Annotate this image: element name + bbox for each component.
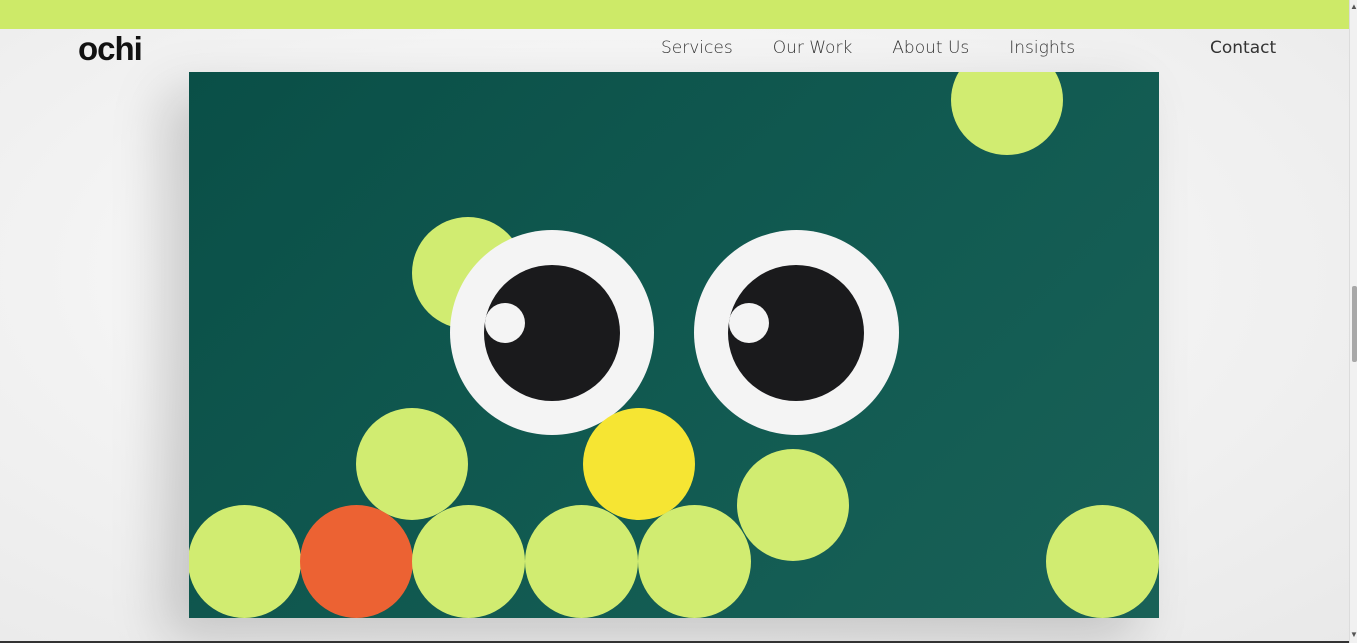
hero-illustration (189, 72, 1159, 618)
left-eye-glint (485, 303, 525, 343)
nav-item-our-work[interactable]: Our Work (773, 38, 853, 58)
lime-ball (951, 72, 1063, 155)
lime-ball (189, 505, 301, 618)
nav-item-about-us[interactable]: About Us (892, 38, 969, 58)
lime-ball (638, 505, 751, 618)
vertical-scrollbar[interactable]: ▲ ▼ (1349, 0, 1357, 643)
ochi-logo[interactable]: ochi (78, 30, 143, 68)
nav-item-insights[interactable]: Insights (1009, 38, 1075, 58)
navbar: ochi Services Our Work About Us Insights… (0, 29, 1349, 72)
nav-item-services[interactable]: Services (661, 38, 733, 58)
right-eye (694, 230, 899, 435)
lime-ball (356, 408, 468, 520)
nav-links: Services Our Work About Us Insights (661, 38, 1115, 58)
scroll-thumb[interactable] (1352, 286, 1357, 362)
right-pupil (728, 265, 864, 401)
left-eye (450, 230, 654, 435)
top-accent-strip (0, 0, 1349, 29)
left-pupil (484, 265, 620, 401)
yellow-ball (583, 408, 695, 520)
orange-ball (300, 505, 413, 618)
scroll-up-icon[interactable]: ▲ (1350, 2, 1357, 12)
lime-ball (525, 505, 638, 618)
lime-ball (1046, 505, 1159, 618)
nav-item-contact[interactable]: Contact (1210, 38, 1276, 58)
scroll-down-icon[interactable]: ▼ (1350, 630, 1357, 640)
lime-ball (412, 505, 525, 618)
lime-ball (737, 449, 849, 561)
right-eye-glint (729, 303, 769, 343)
